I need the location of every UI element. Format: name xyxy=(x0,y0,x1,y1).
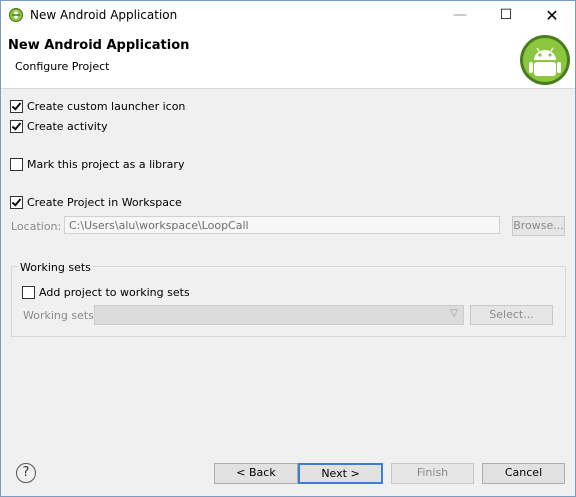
workspace-label: Create Project in Workspace xyxy=(27,195,182,209)
library-label: Mark this project as a library xyxy=(27,157,185,171)
close-button[interactable]: ✕ xyxy=(529,1,575,30)
minimize-button[interactable]: — xyxy=(437,1,483,30)
select-working-sets-button[interactable]: Select... xyxy=(470,305,553,325)
workspace-option[interactable]: Create Project in Workspace xyxy=(10,194,182,210)
working-sets-label: Working sets: xyxy=(23,309,98,322)
create-activity-checkbox[interactable] xyxy=(10,119,23,133)
next-button[interactable]: Next > xyxy=(298,463,383,484)
back-button[interactable]: < Back xyxy=(214,463,298,484)
wizard-header: New Android Application Configure Projec… xyxy=(1,30,575,89)
custom-launcher-icon-option[interactable]: Create custom launcher icon xyxy=(10,98,185,114)
android-logo-icon xyxy=(520,35,570,85)
custom-launcher-icon-checkbox[interactable] xyxy=(10,99,23,113)
eclipse-icon xyxy=(9,8,23,22)
location-field[interactable]: C:\Users\alu\workspace\LoopCall xyxy=(64,216,500,234)
working-sets-group xyxy=(11,266,566,337)
wizard-window: New Android Application — ☐ ✕ New Androi… xyxy=(0,0,576,497)
add-working-sets-checkbox[interactable] xyxy=(22,285,35,299)
create-activity-option[interactable]: Create activity xyxy=(10,118,108,134)
working-sets-dropdown[interactable]: ▽ xyxy=(94,305,464,325)
library-option[interactable]: Mark this project as a library xyxy=(10,156,184,172)
window-title: New Android Application xyxy=(30,8,178,22)
custom-launcher-icon-label: Create custom launcher icon xyxy=(27,99,186,113)
cancel-button[interactable]: Cancel xyxy=(482,463,565,484)
create-activity-label: Create activity xyxy=(27,119,108,133)
finish-button[interactable]: Finish xyxy=(391,463,474,484)
browse-button[interactable]: Browse... xyxy=(512,216,565,236)
page-subtitle: Configure Project xyxy=(15,60,110,73)
location-label: Location: xyxy=(11,220,62,233)
page-title: New Android Application xyxy=(8,38,190,53)
workspace-checkbox[interactable] xyxy=(10,195,23,209)
chevron-down-icon: ▽ xyxy=(450,308,458,319)
help-icon[interactable]: ? xyxy=(16,463,36,483)
working-sets-group-title: Working sets xyxy=(18,261,93,274)
maximize-button[interactable]: ☐ xyxy=(483,1,529,30)
title-bar[interactable]: New Android Application — ☐ ✕ xyxy=(1,1,575,30)
add-working-sets-option[interactable]: Add project to working sets xyxy=(22,284,190,300)
add-working-sets-label: Add project to working sets xyxy=(39,285,190,299)
library-checkbox[interactable] xyxy=(10,157,23,171)
